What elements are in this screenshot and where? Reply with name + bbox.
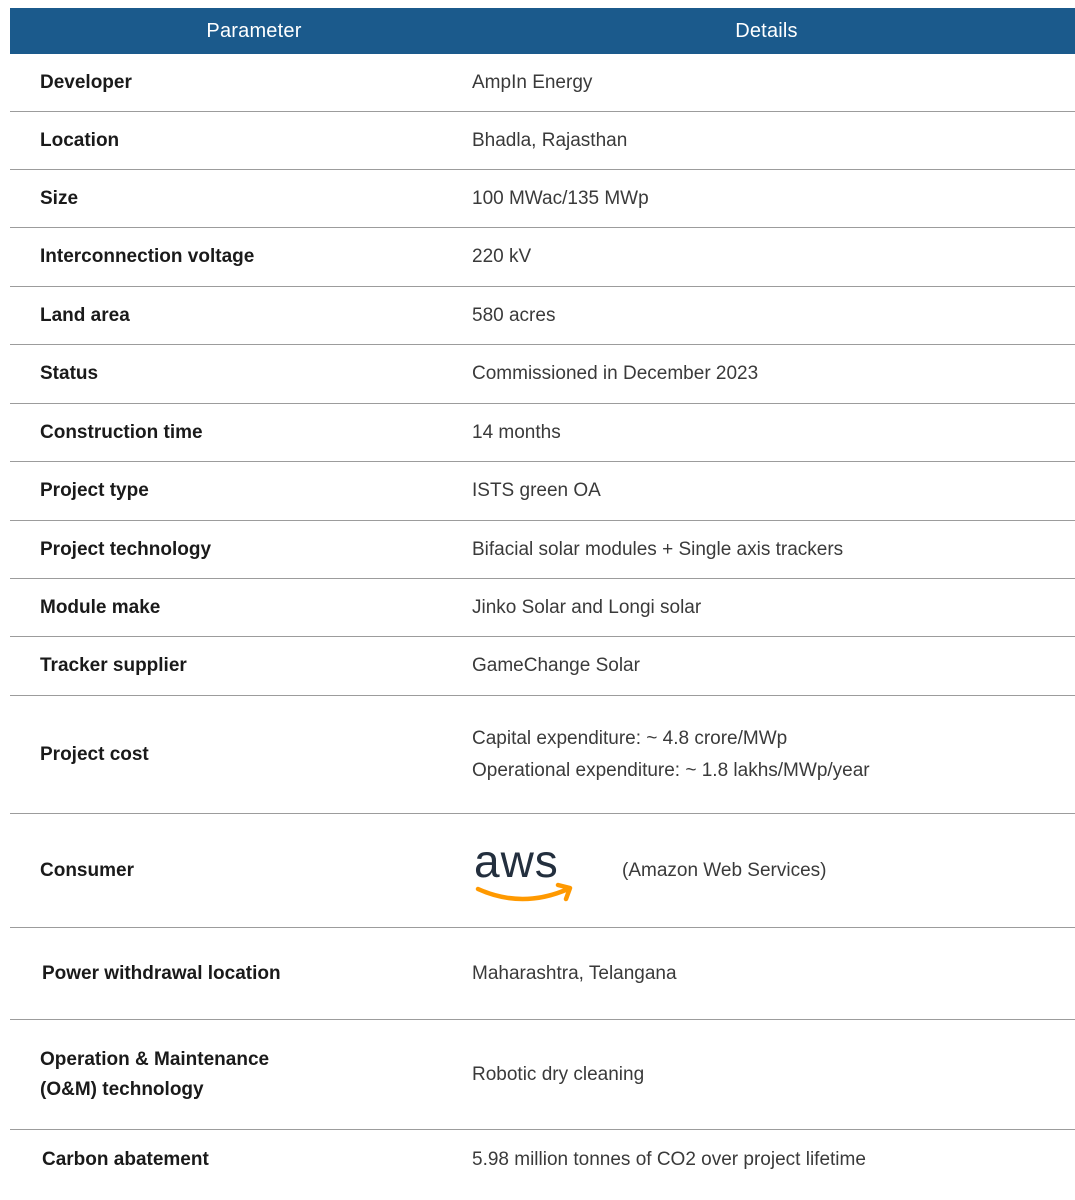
table-row-carbon-abatement: Carbon abatement 5.98 million tonnes of … <box>10 1130 1075 1190</box>
om-line-1: Operation & Maintenance <box>40 1048 270 1070</box>
table-row-construction-time: Construction time 14 months <box>10 404 1075 462</box>
table-row-project-type: Project type ISTS green OA <box>10 462 1075 521</box>
detail-value: 5.98 million tonnes of CO2 over project … <box>472 1149 866 1170</box>
table-row-project-cost: Project cost Capital expenditure: ~ 4.8 … <box>10 696 1075 814</box>
header-details: Details <box>735 19 798 42</box>
param-label: Operation & Maintenance (O&M) technology <box>10 1045 472 1105</box>
aws-smile-path <box>475 886 571 901</box>
table-row-land-area: Land area 580 acres <box>10 287 1075 345</box>
detail-value: Robotic dry cleaning <box>472 1063 645 1085</box>
detail-value: 100 MWac/135 MWp <box>472 187 649 209</box>
opex-line: Operational expenditure: ~ 1.8 lakhs/MWp… <box>472 759 870 781</box>
table-row-location: Location Bhadla, Rajasthan <box>10 112 1075 170</box>
project-parameters-table: Parameter Details Developer AmpIn Energy… <box>10 8 1075 1190</box>
table-row-interconnection-voltage: Interconnection voltage 220 kV <box>10 228 1075 287</box>
detail-value: Bifacial solar modules + Single axis tra… <box>472 538 844 560</box>
om-line-2: (O&M) technology <box>40 1078 204 1100</box>
param-label: Status <box>40 363 99 384</box>
param-label: Developer <box>40 71 132 93</box>
table-row-consumer: Consumer aws (Amazon Web Services) <box>10 814 1075 928</box>
capex-line: Capital expenditure: ~ 4.8 crore/MWp <box>472 727 788 749</box>
param-label: Carbon abatement <box>42 1149 209 1170</box>
detail-value: Capital expenditure: ~ 4.8 crore/MWp Ope… <box>472 723 1075 787</box>
detail-value: AmpIn Energy <box>472 71 593 93</box>
detail-value: Maharashtra, Telangana <box>472 962 677 984</box>
table-row-module-make: Module make Jinko Solar and Longi solar <box>10 579 1075 637</box>
table-row-tracker-supplier: Tracker supplier GameChange Solar <box>10 637 1075 696</box>
param-label: Location <box>40 129 120 151</box>
detail-value: Commissioned in December 2023 <box>472 363 759 384</box>
param-label: Power withdrawal location <box>42 962 281 984</box>
param-label: Project technology <box>40 538 212 560</box>
table-row-size: Size 100 MWac/135 MWp <box>10 170 1075 228</box>
detail-value: ISTS green OA <box>472 480 601 501</box>
detail-value: 14 months <box>472 421 561 443</box>
param-label: Project cost <box>40 743 149 765</box>
table-row-project-technology: Project technology Bifacial solar module… <box>10 521 1075 579</box>
header-parameter: Parameter <box>206 19 302 42</box>
aws-logo-text: aws <box>474 839 559 887</box>
table-header: Parameter Details <box>10 8 1075 54</box>
consumer-name: (Amazon Web Services) <box>622 859 827 881</box>
aws-logo-icon: aws <box>474 839 573 901</box>
param-label: Interconnection voltage <box>40 246 255 267</box>
param-label: Size <box>40 187 79 209</box>
table-row-power-withdrawal-location: Power withdrawal location Maharashtra, T… <box>10 928 1075 1020</box>
param-label: Project type <box>40 480 149 501</box>
detail-value: aws (Amazon Web Services) <box>472 835 1075 907</box>
detail-value: 580 acres <box>472 304 556 326</box>
detail-value: Bhadla, Rajasthan <box>472 129 628 151</box>
table-row-status: Status Commissioned in December 2023 <box>10 345 1075 404</box>
detail-value: 220 kV <box>472 246 532 267</box>
param-label: Land area <box>40 304 130 326</box>
detail-value: Jinko Solar and Longi solar <box>472 596 702 618</box>
param-label: Consumer <box>40 859 134 881</box>
detail-value: GameChange Solar <box>472 655 640 676</box>
param-label: Module make <box>40 596 161 618</box>
param-label: Tracker supplier <box>40 655 187 676</box>
table-row-om-technology: Operation & Maintenance (O&M) technology… <box>10 1020 1075 1130</box>
table-row-developer: Developer AmpIn Energy <box>10 54 1075 112</box>
param-label: Construction time <box>40 421 203 443</box>
